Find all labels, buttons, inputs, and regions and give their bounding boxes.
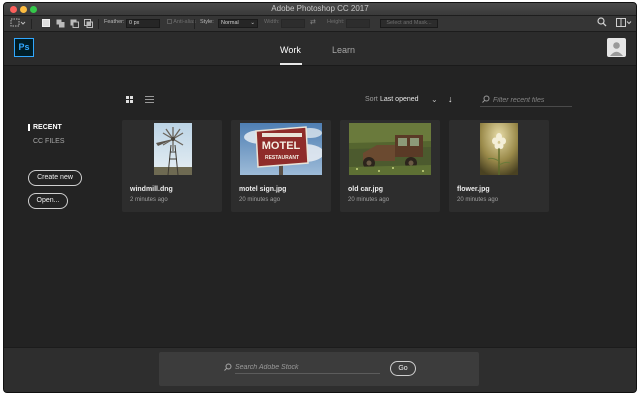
search-icon[interactable]: [597, 17, 607, 29]
thumbnail-area: MOTEL RESTAURANT: [231, 120, 331, 178]
start-header: Ps Work Learn: [4, 32, 636, 66]
file-name: motel sign.jpg: [239, 186, 287, 193]
chevron-down-icon: ⌄: [250, 20, 255, 26]
options-bar: Feather: 0 px Anti-alias Style: Normal ⌄…: [4, 16, 636, 32]
stock-search-input[interactable]: [235, 362, 380, 374]
filter-recent-files: [480, 93, 572, 107]
sort-select[interactable]: Last opened: [380, 96, 419, 103]
sidebar-item-recent[interactable]: RECENT: [28, 124, 62, 131]
adobe-stock-bar: Go: [4, 347, 636, 392]
tab-work[interactable]: Work: [280, 45, 301, 55]
sidebar-item-cc-files[interactable]: CC FILES: [33, 138, 65, 145]
motel-sign-text: RESTAURANT: [265, 155, 299, 161]
stock-search-panel: Go: [159, 352, 479, 386]
photoshop-window: Adobe Photoshop CC 2017 Feather: 0 px An…: [3, 2, 637, 393]
filter-input[interactable]: [493, 95, 571, 105]
anti-alias-checkbox[interactable]: Anti-alias: [167, 19, 196, 25]
marquee-tool-icon[interactable]: [10, 18, 26, 30]
active-tab-indicator: [280, 63, 302, 65]
recent-file-card[interactable]: flower.jpg 20 minutes ago: [449, 120, 549, 212]
workspace-icon[interactable]: [616, 18, 632, 29]
file-name: old car.jpg: [348, 186, 384, 193]
sort-label: Sort: [365, 96, 378, 103]
feather-input[interactable]: 0 px: [126, 19, 160, 28]
style-select-value: Normal: [221, 20, 239, 26]
subtract-from-selection-icon[interactable]: [70, 19, 79, 30]
thumbnail-area: [340, 120, 440, 178]
intersect-selection-icon[interactable]: [84, 19, 93, 30]
filter-search-icon: [482, 95, 490, 105]
thumbnail-area: [122, 120, 222, 178]
style-select[interactable]: Normal ⌄: [218, 19, 258, 28]
width-label: Width:: [264, 19, 280, 25]
recent-file-card[interactable]: MOTEL RESTAURANT motel sign.jpg 20 minut…: [231, 120, 331, 212]
photoshop-logo: Ps: [14, 38, 34, 57]
tab-learn[interactable]: Learn: [332, 45, 355, 55]
file-time: 20 minutes ago: [457, 197, 499, 203]
anti-alias-label: Anti-alias: [173, 19, 196, 25]
file-time: 20 minutes ago: [239, 197, 281, 203]
list-view-icon[interactable]: [145, 96, 154, 104]
style-label: Style:: [200, 19, 214, 25]
swap-dimensions-icon[interactable]: ⇄: [310, 18, 316, 26]
search-icon: [224, 363, 232, 373]
options-separator: [31, 19, 32, 29]
file-name: flower.jpg: [457, 186, 490, 193]
file-name: windmill.dng: [130, 186, 173, 193]
avatar[interactable]: [607, 38, 626, 57]
recent-file-card[interactable]: windmill.dng 2 minutes ago: [122, 120, 222, 212]
new-selection-icon[interactable]: [42, 19, 50, 29]
options-separator: [194, 19, 195, 29]
chevron-down-icon[interactable]: ⌄: [431, 95, 438, 104]
height-label: Height:: [327, 19, 345, 25]
motel-sign-text: MOTEL: [262, 140, 301, 152]
motel-sign-thumbnail: MOTEL RESTAURANT: [240, 123, 322, 175]
options-separator: [98, 19, 99, 29]
file-time: 2 minutes ago: [130, 197, 168, 203]
open-button[interactable]: Open...: [28, 193, 68, 209]
width-input[interactable]: [281, 19, 305, 28]
height-input[interactable]: [346, 19, 370, 28]
select-and-mask-button[interactable]: Select and Mask...: [380, 19, 438, 28]
add-to-selection-icon[interactable]: [56, 19, 65, 30]
file-time: 20 minutes ago: [348, 197, 390, 203]
old-car-thumbnail: [349, 123, 431, 175]
grid-view-icon[interactable]: [126, 96, 134, 104]
feather-label: Feather:: [104, 19, 125, 25]
sort-direction-arrow-icon[interactable]: ↓: [448, 94, 453, 104]
windmill-thumbnail: [154, 123, 192, 175]
recent-file-card[interactable]: old car.jpg 20 minutes ago: [340, 120, 440, 212]
title-bar: Adobe Photoshop CC 2017: [4, 3, 636, 16]
thumbnail-area: [449, 120, 549, 178]
create-new-button[interactable]: Create new: [28, 170, 82, 186]
go-button[interactable]: Go: [390, 361, 416, 376]
window-title: Adobe Photoshop CC 2017: [271, 4, 369, 13]
flower-thumbnail: [480, 123, 518, 175]
